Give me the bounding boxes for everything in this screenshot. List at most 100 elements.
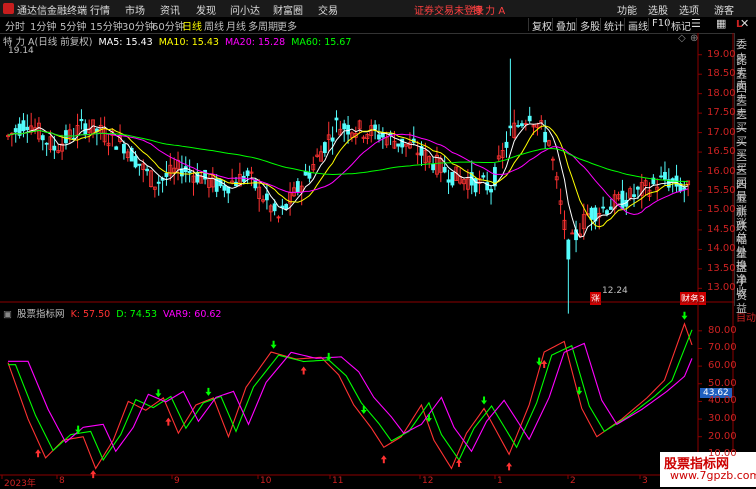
- var9-value: VAR9: 60.62: [163, 309, 222, 320]
- candle-body: [377, 134, 381, 140]
- candle-body: [133, 156, 138, 168]
- price-tick-label: 16.50: [707, 146, 736, 158]
- candle-body: [504, 141, 509, 148]
- candle-body: [79, 119, 84, 122]
- candle-body: [145, 168, 150, 172]
- candle-body: [44, 142, 49, 145]
- candle-body: [83, 123, 88, 135]
- sell-arrow-icon: [481, 396, 488, 405]
- candle-body: [527, 115, 532, 122]
- buy-arrow-icon: [90, 470, 97, 479]
- candle-body: [450, 172, 455, 186]
- sell-arrow-icon: [155, 389, 162, 398]
- candle-body: [516, 125, 521, 127]
- ma10-line: [7, 125, 689, 228]
- indicator-tick-label: 80.00: [708, 324, 737, 336]
- candle-body: [489, 188, 493, 193]
- candle-body: [431, 163, 435, 171]
- candles: [6, 58, 691, 314]
- candle-body: [71, 137, 76, 140]
- candle-body: [334, 117, 339, 121]
- buy-arrow-icon: [35, 449, 42, 458]
- candle-body: [137, 163, 142, 166]
- time-axis-label: 1: [497, 476, 503, 486]
- time-axis-label: 2023年: [4, 479, 36, 489]
- indicator-name[interactable]: 股票指标网: [17, 309, 65, 320]
- candle-body: [520, 123, 524, 127]
- d-value: D: 74.53: [116, 309, 157, 320]
- candle-body: [253, 179, 258, 189]
- price-tick-label: 18.00: [707, 87, 736, 99]
- indicator-tick-label: 50.00: [708, 377, 737, 389]
- sell-arrow-icon: [576, 386, 583, 395]
- price-tick-label: 15.00: [707, 204, 736, 216]
- candle-body: [396, 143, 401, 147]
- candle-body: [52, 145, 57, 151]
- signal-arrows: [35, 311, 688, 479]
- candle-body: [222, 185, 227, 191]
- indicator-tick-label: 10.00: [708, 448, 737, 460]
- price-tick-label: 16.00: [707, 165, 736, 177]
- time-axis-label: 8: [59, 476, 65, 486]
- candle-body: [605, 210, 609, 215]
- candle-body: [156, 181, 161, 184]
- indicator-tick-label: 30.00: [708, 413, 737, 425]
- candle-body: [589, 207, 594, 220]
- candle-body: [265, 193, 269, 201]
- indicator-legend: ▣ 股票指标网 K: 57.50 D: 74.53 VAR9: 60.62: [3, 306, 221, 320]
- chart-canvas[interactable]: [0, 0, 734, 487]
- candle-body: [608, 206, 613, 210]
- price-tick-label: 17.50: [707, 107, 736, 119]
- indicator-tick-label: 60.00: [708, 360, 737, 372]
- candle-body: [21, 120, 26, 132]
- time-axis-label: 9: [174, 476, 180, 486]
- price-tick-label: 14.00: [707, 243, 736, 255]
- candle-body: [330, 137, 335, 142]
- k-line: [7, 322, 693, 470]
- candle-body: [659, 175, 663, 178]
- candle-body: [442, 166, 447, 173]
- buy-arrow-icon: [165, 417, 172, 426]
- candle-body: [373, 124, 378, 130]
- sell-arrow-icon: [75, 425, 82, 434]
- candle-body: [114, 146, 119, 150]
- indicator-tick-label: 20.00: [708, 430, 737, 442]
- candle-body: [682, 187, 687, 190]
- candle-body: [543, 131, 548, 143]
- price-tick-label: 17.00: [707, 126, 736, 138]
- candle-body: [481, 175, 486, 178]
- candle-body: [663, 171, 667, 180]
- candle-body: [566, 239, 571, 260]
- sell-arrow-icon: [536, 357, 543, 366]
- sell-arrow-icon: [205, 387, 212, 396]
- candle-body: [601, 206, 606, 209]
- indicator-toggle-icon[interactable]: ▣: [3, 309, 12, 320]
- buy-arrow-icon: [380, 455, 387, 464]
- candle-body: [13, 128, 18, 133]
- time-axis-label: 10: [260, 476, 272, 486]
- candle-body: [164, 172, 169, 177]
- candle-body: [295, 181, 300, 193]
- candle-body: [122, 143, 126, 154]
- candle-body: [25, 126, 30, 131]
- candle-body: [307, 171, 312, 179]
- candle-body: [446, 179, 451, 183]
- time-axis-label: 12: [422, 476, 434, 486]
- time-axis-label: 2: [570, 476, 576, 486]
- candle-body: [342, 123, 347, 130]
- buy-arrow-icon: [506, 462, 513, 471]
- quote-label: 收益: [736, 286, 747, 316]
- price-tick-label: 18.50: [707, 68, 736, 80]
- indicator-tick-label: 70.00: [708, 342, 737, 354]
- price-tick-label: 13.00: [707, 282, 736, 294]
- candle-body: [241, 175, 246, 182]
- price-tick-label: 13.50: [707, 262, 736, 274]
- watermark-url: www.7gpzb.com: [670, 469, 756, 482]
- time-axis-label: 11: [332, 476, 344, 486]
- sell-arrow-icon: [270, 340, 277, 349]
- candle-body: [40, 135, 45, 141]
- buy-arrow-icon: [300, 366, 307, 375]
- price-tick-label: 15.50: [707, 184, 736, 196]
- indicator-tick-label: 40.00: [708, 395, 737, 407]
- sell-arrow-icon: [360, 406, 367, 415]
